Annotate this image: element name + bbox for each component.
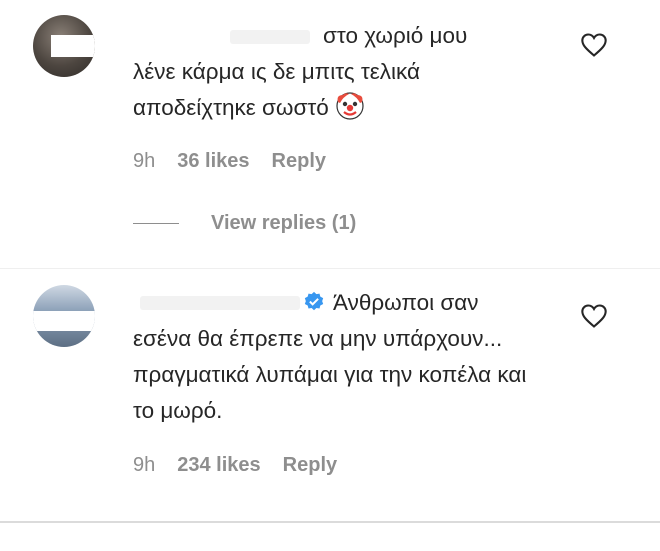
replies-divider-line: [133, 223, 179, 224]
section-divider: [0, 521, 660, 523]
heart-outline-icon[interactable]: [580, 303, 608, 329]
comment-text-line1: στο χωριό μου: [323, 23, 468, 48]
view-replies-button[interactable]: View replies (1): [133, 212, 356, 235]
comment-meta: 9h 36 likes Reply: [133, 150, 326, 173]
verified-badge-icon: [304, 291, 324, 311]
comment-time[interactable]: 9h: [133, 454, 155, 477]
clown-emoji-icon: [336, 92, 364, 120]
avatar[interactable]: [33, 15, 95, 77]
avatar[interactable]: [33, 285, 95, 347]
avatar-redaction: [51, 35, 95, 57]
comment-text-line1: Άνθρωποι σαν: [333, 290, 479, 315]
comment-text: στο χωριό μου λένε κάρμα ις δε μπιτς τελ…: [133, 18, 563, 126]
comment-text-body: εσένα θα έπρεπε να μην υπάρχουν... πραγμ…: [133, 326, 527, 423]
likes-count[interactable]: 234 likes: [177, 454, 260, 477]
comment-time[interactable]: 9h: [133, 150, 155, 173]
comment-meta: 9h 234 likes Reply: [133, 454, 337, 477]
likes-count[interactable]: 36 likes: [177, 150, 249, 173]
view-replies-label[interactable]: View replies (1): [211, 212, 356, 235]
comment-text-body: λένε κάρμα ις δε μπιτς τελικά αποδείχτηκ…: [133, 59, 421, 120]
comment-divider: [0, 268, 660, 269]
reply-button[interactable]: Reply: [272, 150, 326, 173]
comment-text: Άνθρωποι σαν εσένα θα έπρεπε να μην υπάρ…: [133, 285, 563, 429]
avatar-redaction: [33, 311, 95, 331]
heart-outline-icon[interactable]: [580, 32, 608, 58]
reply-button[interactable]: Reply: [283, 454, 337, 477]
